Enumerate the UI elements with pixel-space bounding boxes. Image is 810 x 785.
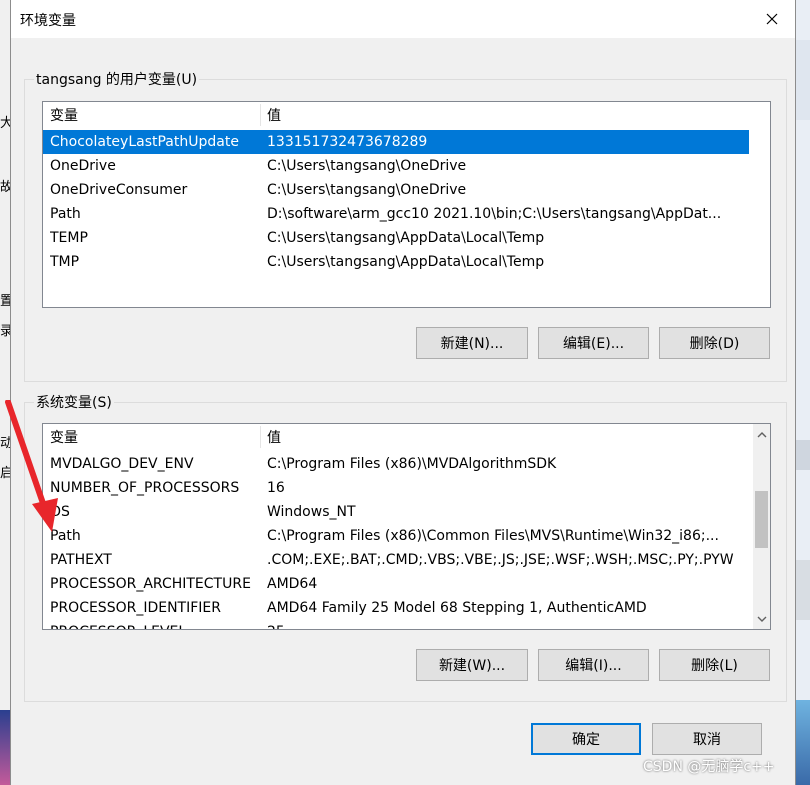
variable-value: 25 [267,620,747,629]
variable-name: ChocolateyLastPathUpdate [50,134,239,150]
bg-char: 置 [0,294,10,309]
watermark: CSDN @无脑学c++ [643,759,775,775]
table-row[interactable]: NUMBER_OF_PROCESSORS 16 [43,476,749,500]
background-image [0,710,10,785]
environment-variables-dialog: 环境变量 tangsang 的用户变量(U) 变量 值 ChocolateyLa… [10,0,796,785]
variable-value: 16 [267,480,285,496]
variable-name: OS [50,504,70,520]
table-row[interactable]: PROCESSOR_LEVEL 25 [43,620,749,629]
system-edit-button[interactable]: 编辑(I)... [538,649,649,681]
variable-value: C:\Users\tangsang\OneDrive [267,182,467,198]
table-row[interactable]: OneDrive C:\Users\tangsang\OneDrive [43,154,749,178]
variable-value: C:\Users\tangsang\AppData\Local\Temp [267,230,545,246]
system-variables-scrollbar[interactable] [753,424,770,629]
list-header: 变量 值 [43,102,770,128]
table-row[interactable]: OneDriveConsumer C:\Users\tangsang\OneDr… [43,178,749,202]
background-right-strip [796,0,810,785]
close-button[interactable] [749,0,795,38]
variable-value: AMD64 [267,576,318,592]
variable-name: TMP [50,254,80,270]
variable-name: PROCESSOR_ARCHITECTURE [50,576,251,592]
bg-char: 大 [0,116,10,131]
user-delete-button[interactable]: 删除(D) [659,327,770,359]
scroll-down-button[interactable] [753,610,770,627]
system-variables-list[interactable]: 变量 值 MVDALGO_DEV_ENV C:\Program Files (x… [42,423,771,630]
ok-button[interactable]: 确定 [531,723,641,755]
system-delete-button[interactable]: 删除(L) [659,649,770,681]
table-row[interactable]: MVDALGO_DEV_ENV C:\Program Files (x86)\M… [43,452,749,476]
table-row[interactable]: Path C:\Program Files (x86)\Common Files… [43,524,749,548]
chevron-up-icon [757,431,766,437]
variable-name: PROCESSOR_IDENTIFIER [50,600,221,616]
bg-block [796,440,810,470]
user-variables-label: tangsang 的用户变量(U) [34,69,200,89]
column-header-value[interactable]: 值 [260,424,750,450]
column-header-value[interactable]: 值 [260,102,750,128]
variable-value: C:\Users\tangsang\AppData\Local\Temp [267,254,545,270]
column-header-variable[interactable]: 变量 [43,102,260,128]
variable-value: C:\Program Files (x86)\Common Files\MVS\… [267,528,719,544]
table-row[interactable]: OS Windows_NT [43,500,749,524]
close-icon [766,13,778,25]
variable-name: OneDriveConsumer [50,182,188,198]
bg-char: 录 [0,324,10,339]
table-row[interactable]: PROCESSOR_IDENTIFIER AMD64 Family 25 Mod… [43,596,749,620]
list-header: 变量 值 [43,424,770,450]
variable-name: PATHEXT [50,552,112,568]
variable-value: Windows_NT [267,504,356,520]
bg-char: 故 [0,180,10,195]
table-row[interactable]: TEMP C:\Users\tangsang\AppData\Local\Tem… [43,226,749,250]
variable-value: C:\Program Files (x86)\MVDAlgorithmSDK [267,456,557,472]
scroll-thumb[interactable] [755,491,768,548]
variable-name: TEMP [50,230,88,246]
variable-name: NUMBER_OF_PROCESSORS [50,480,240,496]
variable-name: Path [50,528,81,544]
system-new-button[interactable]: 新建(W)... [416,649,528,681]
variable-name: Path [50,206,81,222]
window-title: 环境变量 [20,13,76,29]
title-bar: 环境变量 [11,0,795,38]
variable-name: OneDrive [50,158,116,174]
user-edit-button[interactable]: 编辑(E)... [538,327,649,359]
variable-value: C:\Users\tangsang\OneDrive [267,158,467,174]
variable-name: PROCESSOR_LEVEL [50,620,260,629]
variable-value: 133151732473678289 [267,134,428,150]
table-row[interactable]: PROCESSOR_ARCHITECTURE AMD64 [43,572,749,596]
table-row[interactable]: TMP C:\Users\tangsang\AppData\Local\Temp [43,250,749,274]
bg-block [796,560,810,620]
user-new-button[interactable]: 新建(N)... [416,327,528,359]
user-variables-list[interactable]: 变量 值 ChocolateyLastPathUpdate 1331517324… [42,101,771,308]
table-row[interactable]: Path D:\software\arm_gcc10 2021.10\bin;C… [43,202,749,226]
variable-value: .COM;.EXE;.BAT;.CMD;.VBS;.VBE;.JS;.JSE;.… [267,552,734,568]
table-row[interactable]: ChocolateyLastPathUpdate 133151732473678… [43,130,749,154]
variable-name: MVDALGO_DEV_ENV [50,456,194,472]
variable-value: AMD64 Family 25 Model 68 Stepping 1, Aut… [267,600,647,616]
cancel-button[interactable]: 取消 [652,723,762,755]
table-row[interactable]: PATHEXT .COM;.EXE;.BAT;.CMD;.VBS;.VBE;.J… [43,548,749,572]
chevron-down-icon [757,616,766,622]
column-header-variable[interactable]: 变量 [43,424,260,450]
annotation-arrow-icon [5,400,58,532]
bg-block [796,700,810,785]
bg-block [796,40,810,120]
scroll-up-button[interactable] [753,426,770,443]
variable-value: D:\software\arm_gcc10 2021.10\bin;C:\Use… [267,206,722,222]
